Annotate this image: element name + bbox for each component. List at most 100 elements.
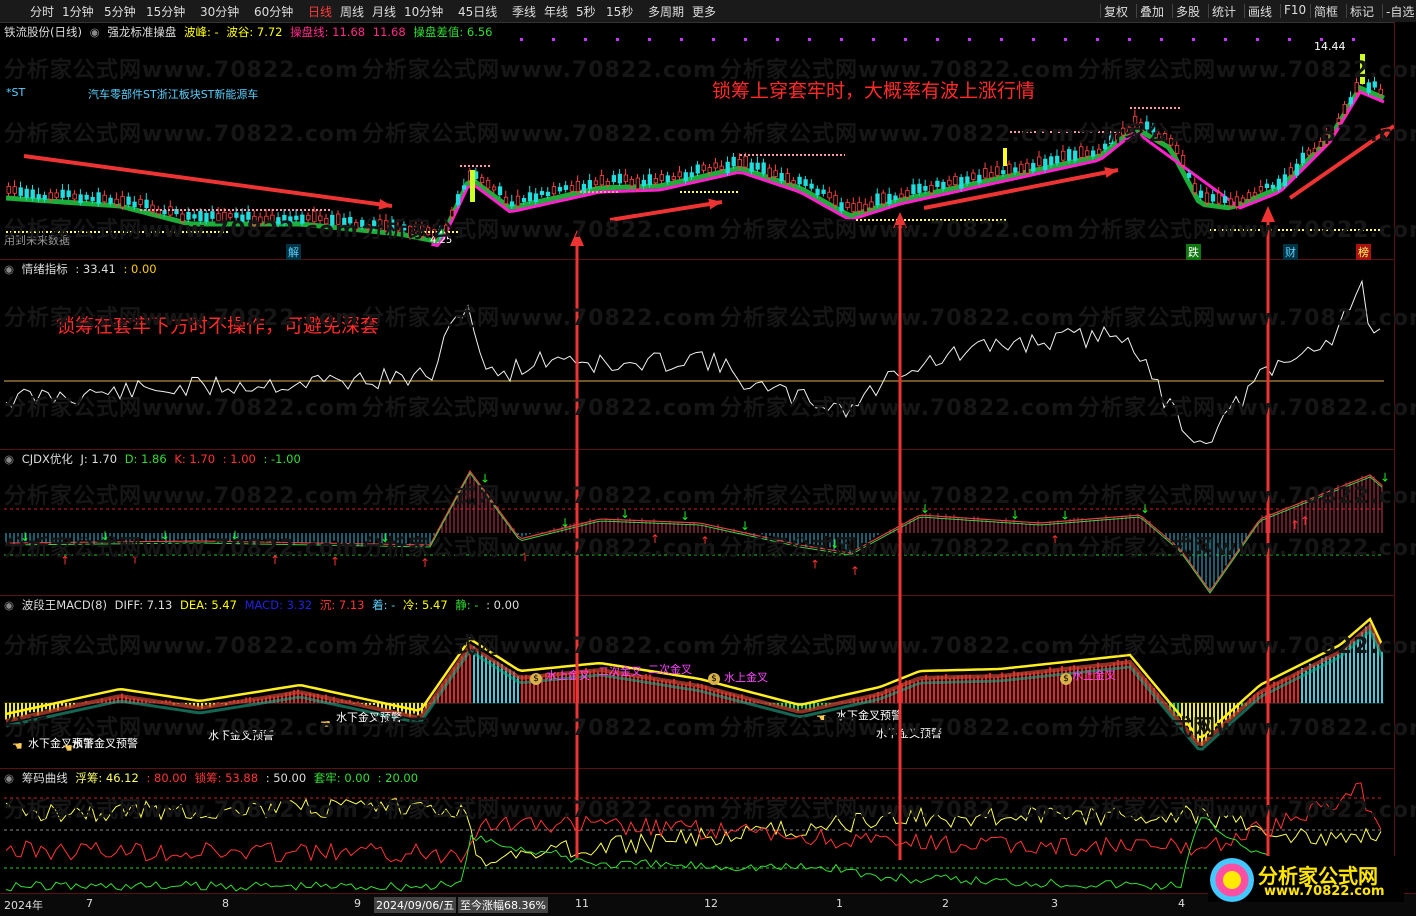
macd-name[interactable]: 波段王MACD(8)	[22, 598, 107, 612]
site-logo: 分析家公式网 www.70822.com	[1208, 856, 1404, 902]
bofeng-value: 波峰: -	[184, 25, 219, 39]
axis-cursor-date: 2024/09/06/五	[374, 897, 457, 913]
watermark-text: 分析家公式网www.70822.com	[720, 396, 1075, 421]
marker-cai[interactable]: 财	[1283, 244, 1298, 260]
watermark-text: 分析家公式网www.70822.com	[720, 634, 1075, 659]
toolbar-tool-0[interactable]: 复权	[1104, 3, 1128, 20]
panel-toggle-icon[interactable]: ◉	[4, 452, 14, 466]
chip-curve-chart	[4, 782, 1384, 892]
cjdx-k: K: 1.70	[174, 452, 216, 466]
watermark-text: 分析家公式网www.70822.com	[362, 58, 717, 83]
period-tab-8[interactable]: 月线	[372, 3, 396, 20]
period-tab-6[interactable]: 日线	[308, 3, 332, 20]
period-tab-2[interactable]: 5分钟	[104, 3, 136, 20]
axis-gain-readout: 至今涨幅68.36%	[458, 897, 548, 913]
watermark-text: 分析家公式网www.70822.com	[1078, 484, 1416, 509]
down-arrow-icon: ↓	[560, 516, 570, 530]
period-tab-3[interactable]: 15分钟	[146, 3, 185, 20]
axis-label-11: 11	[575, 897, 589, 910]
period-tab-13[interactable]: 5秒	[576, 3, 596, 20]
macd-panel[interactable]: ◉ 波段王MACD(8) DIFF: 7.13 DEA: 5.47 MACD: …	[0, 595, 1394, 769]
macd-signal-label: 水上金叉	[1072, 669, 1116, 682]
cjdx-v5: : -1.00	[263, 452, 301, 466]
period-tab-5[interactable]: 60分钟	[254, 3, 293, 20]
period-tab-4[interactable]: 30分钟	[200, 3, 239, 20]
toolbar-tool-4[interactable]: 画线	[1248, 3, 1272, 20]
marker-bang[interactable]: 榜	[1356, 244, 1371, 260]
cjdx-v4: : 1.00	[222, 452, 256, 466]
flower-logo-icon	[1210, 858, 1254, 902]
period-tab-0[interactable]: 分时	[30, 3, 54, 20]
indicator-name[interactable]: 强龙标准操盘	[107, 25, 176, 39]
panel-toggle-icon[interactable]: ◉	[4, 598, 14, 612]
toolbar-tool-6[interactable]: 简框	[1314, 3, 1338, 20]
axis-label-2: 2	[942, 897, 949, 910]
period-tab-12[interactable]: 年线	[544, 3, 568, 20]
macd-chen: 沉: 7.13	[319, 598, 365, 612]
st-tag: *ST	[6, 86, 26, 99]
watermark-text: 分析家公式网www.70822.com	[362, 218, 717, 243]
panel-toggle-icon[interactable]: ◉	[4, 262, 14, 276]
toolbar-separator	[1280, 4, 1281, 18]
watermark-text: 分析家公式网www.70822.com	[720, 218, 1075, 243]
period-tab-1[interactable]: 1分钟	[62, 3, 94, 20]
watermark-text: 分析家公式网www.70822.com	[1078, 634, 1416, 659]
toolbar-separator	[1346, 4, 1347, 18]
watermark-text: 分析家公式网www.70822.com	[1078, 122, 1416, 147]
watermark-text: 分析家公式网www.70822.com	[4, 58, 359, 83]
axis-label-9: 9	[354, 897, 361, 910]
toolbar-tool-5[interactable]: F10	[1284, 3, 1306, 17]
toolbar-tool-3[interactable]: 统计	[1212, 3, 1236, 20]
sector-tags[interactable]: 汽车零部件ST浙江板块ST新能源车	[88, 86, 258, 102]
macd-diff: DIFF: 7.13	[114, 598, 173, 612]
chip-panel[interactable]: ◉ 筹码曲线 浮筹: 46.12 : 80.00 锁筹: 53.88 : 50.…	[0, 768, 1394, 893]
watermark-text: 分析家公式网www.70822.com	[1078, 306, 1416, 331]
toolbar-tool-1[interactable]: 叠加	[1140, 3, 1164, 20]
chip-v6: : 20.00	[377, 771, 419, 785]
macd-leng: 冷: 5.47	[403, 598, 448, 612]
sentiment-name[interactable]: 情绪指标	[22, 262, 68, 276]
down-arrow-icon: ↓	[1060, 508, 1070, 522]
sentiment-value: : 33.41	[75, 262, 116, 276]
down-arrow-icon: ↓	[680, 509, 690, 523]
period-tab-7[interactable]: 周线	[340, 3, 364, 20]
moneybag-icon: $	[530, 673, 542, 685]
toolbar-tool-7[interactable]: 标记	[1350, 3, 1374, 20]
marker-jie[interactable]: 解	[286, 244, 301, 260]
period-tab-15[interactable]: 多周期	[648, 3, 684, 20]
chip-v4: : 50.00	[265, 771, 307, 785]
panel-toggle-icon[interactable]: ◉	[4, 771, 14, 785]
macd-macd: MACD: 3.32	[244, 598, 313, 612]
period-tab-16[interactable]: 更多	[692, 3, 716, 20]
watermark-text: 分析家公式网www.70822.com	[362, 536, 717, 561]
period-tab-14[interactable]: 15秒	[606, 3, 633, 20]
cjdx-name[interactable]: CJDX优化	[22, 452, 73, 466]
watermark-text: 分析家公式网www.70822.com	[362, 484, 717, 509]
moneybag-icon: $	[1060, 673, 1072, 685]
watermark-text: 分析家公式网www.70822.com	[720, 484, 1075, 509]
hand-pointer-icon: ☚	[62, 741, 73, 755]
cjdx-header: ◉ CJDX优化 J: 1.70 D: 1.86 K: 1.70 : 1.00 …	[4, 451, 305, 467]
indicator-toggle-icon[interactable]: ◉	[90, 25, 100, 39]
period-tab-9[interactable]: 10分钟	[404, 3, 443, 20]
toolbar-tool-2[interactable]: 多股	[1176, 3, 1200, 20]
watermark-text: 分析家公式网www.70822.com	[720, 58, 1075, 83]
date-axis: 2024年 7 8 9 2024/09/06/五 至今涨幅68.36% 11 1…	[0, 893, 1416, 916]
macd-signal-label: 水上金叉	[546, 669, 590, 682]
period-toolbar: 分时 1分钟 5分钟 15分钟 30分钟 60分钟 日线 周线 月线 10分钟 45日线 季线 年线 5秒…	[0, 0, 1416, 23]
watermark-text: 分析家公式网www.70822.com	[720, 122, 1075, 147]
sentiment-ref-value: : 0.00	[123, 262, 157, 276]
marker-die[interactable]: 跌	[1186, 244, 1201, 260]
period-tab-11[interactable]: 季线	[512, 3, 536, 20]
chip-name[interactable]: 筹码曲线	[22, 771, 68, 785]
cjdx-panel[interactable]: ↑ ↑ ↑ ↑ ↑ ↑ ↑ ↑ ↑ ↑ ↑ ↑ ↑ ↓ ↓ ↓ ↓ ↓ ↓ ↓ ↓ ↓ ↓ ↓ ↓ ↓ ↓ ↓ ↓ ◉ CJDX优化 J…	[0, 449, 1394, 596]
toolbar-separator	[1208, 4, 1209, 18]
period-tab-10[interactable]: 45日线	[458, 3, 497, 20]
watermark-text: 分析家公式网www.70822.com	[1078, 218, 1416, 243]
macd-v: : 0.00	[486, 598, 520, 612]
axis-label-4: 4	[1178, 897, 1185, 910]
toolbar-tool-8[interactable]: -自选	[1386, 3, 1414, 20]
watermark-text: 分析家公式网www.70822.com	[720, 716, 1075, 741]
caopan-diff-value: 操盘差值: 6.56	[413, 25, 493, 39]
up-arrow-icon: ↑	[850, 564, 860, 578]
